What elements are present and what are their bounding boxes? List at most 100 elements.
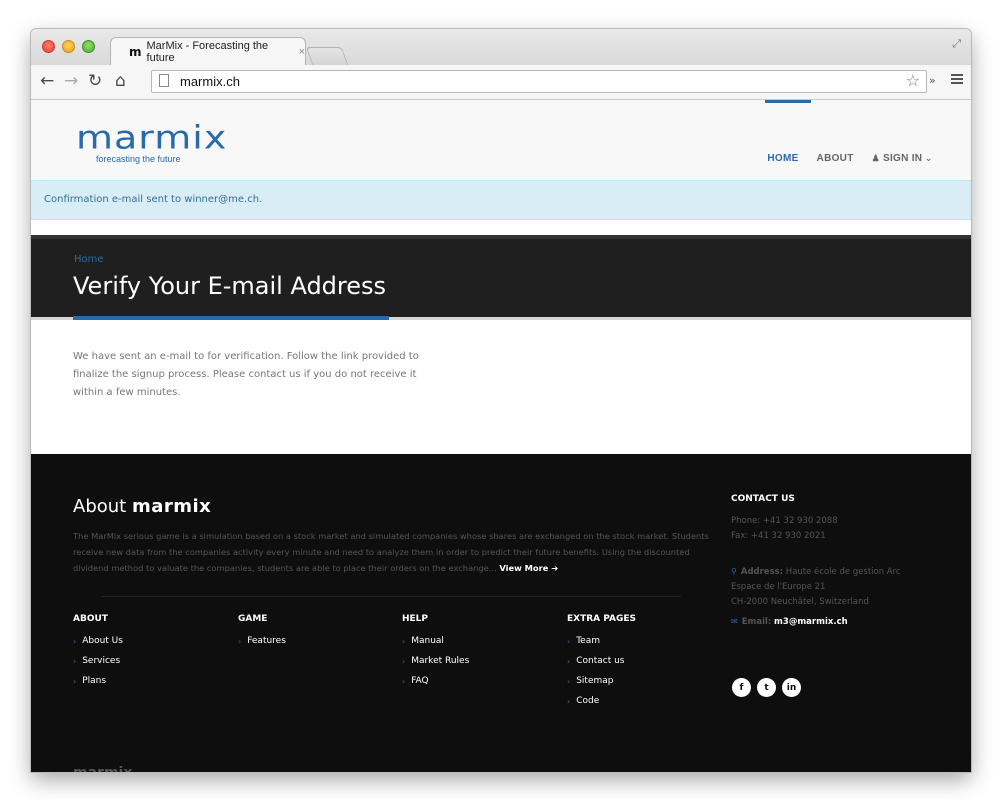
footer-link-label: FAQ bbox=[411, 676, 429, 686]
minimize-window-button[interactable] bbox=[62, 40, 75, 53]
browser-tab[interactable]: m MarMix - Forecasting the future × bbox=[110, 37, 306, 66]
nav-home[interactable]: HOME bbox=[767, 153, 798, 164]
footer-link-label: Services bbox=[82, 656, 121, 666]
arrow-icon: › bbox=[73, 676, 77, 686]
linkedin-icon[interactable]: in bbox=[782, 678, 801, 697]
arrow-icon: › bbox=[73, 636, 77, 646]
footer-column-heading: EXTRA PAGES bbox=[567, 614, 637, 624]
footer-link-label: Team bbox=[576, 636, 600, 646]
arrow-icon: › bbox=[567, 656, 571, 666]
browser-toolbar: ← → ↻ ⌂ marmix.ch ☆ » bbox=[31, 65, 971, 100]
view-more-link[interactable]: View More ➔ bbox=[499, 563, 558, 573]
footer-column-heading: GAME bbox=[238, 614, 268, 624]
tab-title: MarMix - Forecasting the future bbox=[146, 40, 269, 64]
site-footer: About marmix The MarMix serious game is … bbox=[31, 454, 971, 772]
envelope-icon: ✉ bbox=[731, 617, 738, 626]
footer-link-label: Features bbox=[247, 636, 286, 646]
browser-window: m MarMix - Forecasting the future × ⤢ ← … bbox=[31, 29, 971, 772]
footer-link-market-rules[interactable]: › Market Rules bbox=[402, 656, 469, 666]
address-line-1: Haute école de gestion Arc bbox=[785, 567, 901, 577]
chevron-down-icon: ⌄ bbox=[924, 153, 933, 164]
maximize-window-button[interactable] bbox=[82, 40, 95, 53]
address-bar[interactable]: marmix.ch ☆ bbox=[151, 70, 927, 93]
footer-column-about: ABOUT › About Us › Services › Plans bbox=[73, 614, 123, 696]
footer-column-game: GAME › Features bbox=[238, 614, 286, 656]
footer-link-about-us[interactable]: › About Us bbox=[73, 636, 123, 646]
footer-link-team[interactable]: › Team bbox=[567, 636, 636, 646]
arrow-icon: › bbox=[238, 636, 242, 646]
footer-link-label: Plans bbox=[82, 676, 107, 686]
map-marker-icon: ⚲ bbox=[731, 567, 737, 576]
url-text[interactable]: marmix.ch bbox=[180, 74, 240, 89]
footer-column-heading: HELP bbox=[402, 614, 429, 624]
nav-signin[interactable]: ♟ SIGN IN ⌄ bbox=[872, 153, 933, 164]
footer-about-body: The MarMix serious game is a simulation … bbox=[73, 531, 709, 573]
facebook-icon[interactable]: f bbox=[732, 678, 751, 697]
browser-titlebar: m MarMix - Forecasting the future × ⤢ bbox=[31, 29, 971, 66]
footer-link-label: Market Rules bbox=[411, 656, 470, 666]
extensions-overflow-icon[interactable]: » bbox=[929, 74, 936, 87]
arrow-icon: › bbox=[402, 636, 406, 646]
bookmark-star-icon[interactable]: ☆ bbox=[906, 71, 920, 90]
arrow-icon: › bbox=[402, 656, 406, 666]
footer-column-heading: ABOUT bbox=[73, 614, 108, 624]
footer-link-faq[interactable]: › FAQ bbox=[402, 676, 469, 686]
contact-address: ⚲ Address: Haute école de gestion Arc bbox=[731, 564, 931, 580]
contact-email: ✉ Email: m3@marmix.ch bbox=[731, 614, 931, 630]
footer-link-code[interactable]: › Code bbox=[567, 696, 636, 706]
footer-about-prefix: About bbox=[73, 496, 132, 517]
forward-icon[interactable]: → bbox=[64, 70, 78, 92]
address-line-3: CH-2000 Neuchâtel, Switzerland bbox=[731, 597, 869, 607]
nav-signin-label: SIGN IN bbox=[882, 153, 923, 164]
contact-fax: Fax: +41 32 930 2021 bbox=[731, 531, 826, 541]
address-line-2: Espace de l'Europe 21 bbox=[731, 582, 826, 592]
main-nav: HOME ABOUT ♟ SIGN IN ⌄ bbox=[749, 153, 933, 164]
footer-link-label: About Us bbox=[82, 636, 123, 646]
close-window-button[interactable] bbox=[42, 40, 55, 53]
page-title: Verify Your E-mail Address bbox=[73, 272, 387, 300]
nav-about[interactable]: ABOUT bbox=[817, 153, 854, 164]
footer-link-sitemap[interactable]: › Sitemap bbox=[567, 676, 636, 686]
new-tab-button[interactable] bbox=[305, 47, 349, 65]
logo-tagline: forecasting the future bbox=[96, 154, 181, 164]
site-header: marmix forecasting the future HOME ABOUT… bbox=[31, 100, 971, 180]
footer-about-brand: marmix bbox=[131, 496, 212, 517]
footer-about-title: About marmix bbox=[73, 496, 211, 517]
confirmation-alert: Confirmation e-mail sent to winner@me.ch… bbox=[31, 180, 971, 220]
alert-text: Confirmation e-mail sent to winner@me.ch… bbox=[44, 194, 263, 205]
page-title-bar: Home Verify Your E-mail Address bbox=[31, 235, 971, 317]
footer-link-features[interactable]: › Features bbox=[238, 636, 286, 646]
footer-column-extra-pages: EXTRA PAGES › Team › Contact us › Sitemap ›… bbox=[567, 614, 636, 716]
footer-link-plans[interactable]: › Plans bbox=[73, 676, 123, 686]
reload-icon[interactable]: ↻ bbox=[88, 70, 102, 92]
footer-link-label: Manual bbox=[411, 636, 444, 646]
breadcrumb-home[interactable]: Home bbox=[74, 254, 104, 265]
fullscreen-icon[interactable]: ⤢ bbox=[952, 37, 961, 51]
address-label: Address: bbox=[740, 567, 784, 577]
tab-favicon-icon: m bbox=[129, 45, 142, 59]
footer-about-text: The MarMix serious game is a simulation … bbox=[73, 528, 713, 576]
footer-link-label: Code bbox=[576, 696, 600, 706]
tab-close-icon[interactable]: × bbox=[299, 46, 305, 58]
footer-link-contact-us[interactable]: › Contact us bbox=[567, 656, 636, 666]
footer-link-services[interactable]: › Services bbox=[73, 656, 123, 666]
arrow-icon: › bbox=[73, 656, 77, 666]
footer-contact: CONTACT US Phone: +41 32 930 2088 Fax: +… bbox=[731, 494, 931, 630]
contact-heading: CONTACT US bbox=[731, 494, 795, 504]
footer-link-manual[interactable]: › Manual bbox=[402, 636, 469, 646]
browser-menu-icon[interactable] bbox=[951, 74, 963, 84]
email-label: Email: bbox=[741, 617, 772, 627]
site-logo[interactable]: marmix forecasting the future bbox=[76, 118, 228, 164]
title-underline bbox=[73, 316, 389, 320]
arrow-icon: › bbox=[567, 636, 571, 646]
footer-link-label: Sitemap bbox=[576, 676, 614, 686]
footer-column-help: HELP › Manual › Market Rules › FAQ bbox=[402, 614, 469, 696]
email-link[interactable]: m3@marmix.ch bbox=[774, 617, 848, 627]
web-page: marmix forecasting the future HOME ABOUT… bbox=[31, 100, 971, 772]
user-icon: ♟ bbox=[871, 153, 880, 163]
twitter-icon[interactable]: t bbox=[757, 678, 776, 697]
logo-wordmark: marmix bbox=[76, 118, 228, 157]
home-icon[interactable]: ⌂ bbox=[115, 70, 126, 92]
back-icon[interactable]: ← bbox=[40, 70, 54, 92]
active-nav-indicator bbox=[765, 100, 811, 103]
